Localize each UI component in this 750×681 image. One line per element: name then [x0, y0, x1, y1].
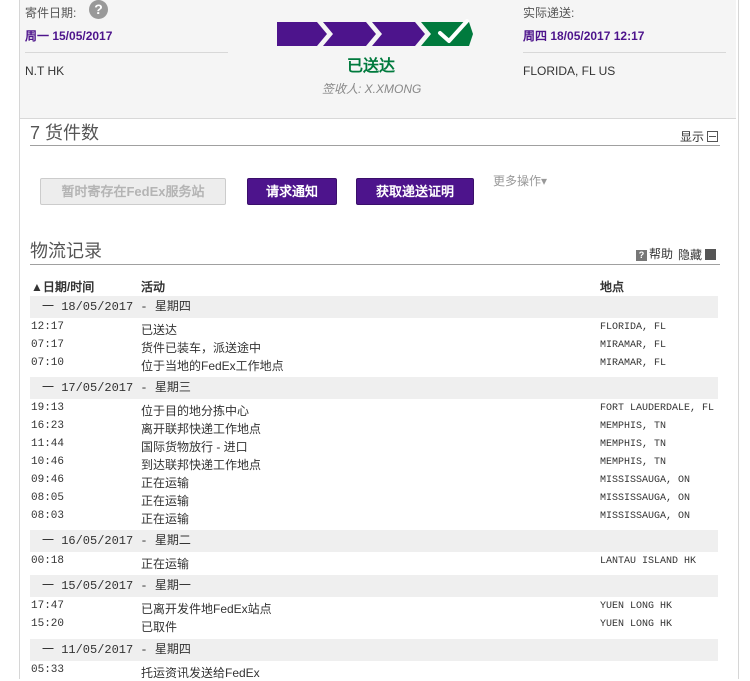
- origin-location: N.T HK: [25, 64, 65, 78]
- event-time: 11:44: [31, 438, 65, 450]
- destination-location: FLORIDA, FL US: [523, 64, 616, 78]
- event-location: YUEN LONG HK: [600, 619, 673, 630]
- actual-delivery-label: 实际递送:: [523, 6, 575, 20]
- day-label: 一 18/05/2017 - 星期四: [42, 300, 191, 314]
- event-time: 12:17: [31, 321, 65, 333]
- event-time: 08:03: [31, 510, 65, 522]
- request-notification-button[interactable]: 请求通知: [247, 178, 337, 205]
- actual-delivery-value: 周四 18/05/2017 12:17: [523, 29, 645, 43]
- event-activity: 正在运输: [141, 494, 190, 508]
- proof-of-delivery-button[interactable]: 获取递送证明: [356, 178, 474, 205]
- event-time: 08:05: [31, 492, 65, 504]
- day-group-header: 一 11/05/2017 - 星期四: [30, 639, 718, 661]
- help-label: 帮助: [649, 247, 674, 261]
- travel-history-title: 物流记录: [30, 241, 102, 261]
- signed-by: 签收人: X.XMONG: [322, 82, 422, 96]
- day-label: 一 17/05/2017 - 星期三: [42, 381, 191, 395]
- hold-at-location-button[interactable]: 暂时寄存在FedEx服务站: [40, 178, 226, 205]
- day-group-header: 一 16/05/2017 - 星期二: [30, 530, 718, 552]
- event-location: MEMPHIS, TN: [600, 439, 667, 450]
- event-time: 07:10: [31, 357, 65, 369]
- hide-toggle[interactable]: 隐藏: [678, 246, 717, 263]
- show-label: 显示: [680, 130, 705, 144]
- event-location: MISSISSAUGA, ON: [600, 493, 691, 504]
- day-group-header: 一 18/05/2017 - 星期四: [30, 296, 718, 318]
- event-activity: 正在运输: [141, 557, 190, 571]
- event-location: MEMPHIS, TN: [600, 457, 667, 468]
- section-divider: [30, 145, 720, 146]
- event-activity: 正在运输: [141, 476, 190, 490]
- event-activity: 离开联邦快递工作地点: [141, 422, 262, 436]
- event-activity: 已离开发件地FedEx站点: [141, 602, 272, 616]
- event-location: LANTAU ISLAND HK: [600, 556, 697, 567]
- progress-step-2: [323, 22, 376, 46]
- event-location: FORT LAUDERDALE, FL: [600, 403, 715, 414]
- event-activity: 货件已装车，派送途中: [141, 341, 262, 355]
- expand-icon: [707, 131, 719, 142]
- ship-date-label: 寄件日期:: [25, 6, 77, 20]
- event-time: 00:18: [31, 555, 65, 567]
- event-activity: 位于目的地分拣中心: [141, 404, 250, 418]
- more-actions-dropdown[interactable]: 更多操作▾: [493, 172, 547, 189]
- event-time: 09:46: [31, 474, 65, 486]
- ship-date-value: 周一 15/05/2017: [25, 29, 113, 43]
- divider: [25, 52, 228, 53]
- help-icon[interactable]: ?: [89, 0, 108, 19]
- pieces-title: 7 货件数: [30, 123, 100, 143]
- column-date-time[interactable]: ▲日期/时间: [31, 278, 94, 295]
- help-icon: ?: [636, 250, 647, 261]
- day-label: 一 16/05/2017 - 星期二: [42, 534, 191, 548]
- column-activity: 活动: [141, 280, 166, 294]
- divider: [523, 52, 726, 53]
- event-time: 05:33: [31, 664, 65, 676]
- event-time: 15:20: [31, 618, 65, 630]
- day-group-header: 一 15/05/2017 - 星期一: [30, 575, 718, 597]
- event-activity: 正在运输: [141, 512, 190, 526]
- event-activity: 托运资讯发送给FedEx: [141, 666, 260, 680]
- event-activity: 位于当地的FedEx工作地点: [141, 359, 284, 373]
- event-activity: 到达联邦快递工作地点: [141, 458, 262, 472]
- progress-bar: [277, 19, 473, 46]
- column-location: 地点: [600, 280, 625, 294]
- event-time: 19:13: [31, 402, 65, 414]
- progress-step-1: [277, 22, 327, 46]
- event-time: 17:47: [31, 600, 65, 612]
- event-time: 07:17: [31, 339, 65, 351]
- event-activity: 国际货物放行 - 进口: [141, 440, 248, 454]
- event-time: 16:23: [31, 420, 65, 432]
- day-label: 一 15/05/2017 - 星期一: [42, 579, 191, 593]
- help-link[interactable]: ? 帮助: [636, 245, 673, 262]
- show-toggle[interactable]: 显示: [680, 128, 719, 145]
- event-location: MIRAMAR, FL: [600, 358, 667, 369]
- delivery-status: 已送达: [347, 58, 396, 75]
- collapse-icon: [705, 249, 717, 260]
- event-location: FLORIDA, FL: [600, 322, 667, 333]
- event-activity: 已送达: [141, 323, 178, 337]
- event-location: MISSISSAUGA, ON: [600, 475, 691, 486]
- event-location: YUEN LONG HK: [600, 601, 673, 612]
- event-activity: 已取件: [141, 620, 178, 634]
- progress-step-3: [372, 22, 425, 46]
- day-group-header: 一 17/05/2017 - 星期三: [30, 377, 718, 399]
- event-time: 10:46: [31, 456, 65, 468]
- hide-label: 隐藏: [678, 248, 703, 262]
- event-location: MEMPHIS, TN: [600, 421, 667, 432]
- event-location: MIRAMAR, FL: [600, 340, 667, 351]
- event-location: MISSISSAUGA, ON: [600, 511, 691, 522]
- section-divider: [30, 264, 720, 265]
- day-label: 一 11/05/2017 - 星期四: [42, 643, 191, 657]
